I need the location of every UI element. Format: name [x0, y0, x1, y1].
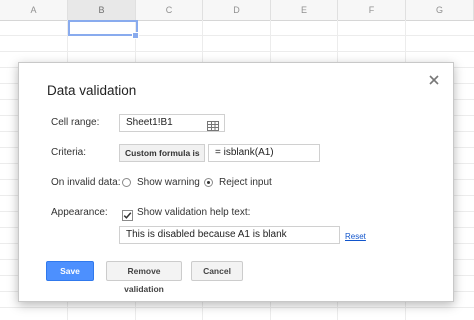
cell-range-label: Cell range:: [51, 117, 100, 128]
cancel-button[interactable]: Cancel: [191, 261, 243, 281]
reset-link[interactable]: Reset: [345, 232, 366, 241]
reject-input-label[interactable]: Reject input: [219, 177, 272, 188]
help-text-checkbox-label[interactable]: Show validation help text:: [137, 207, 250, 218]
show-warning-radio[interactable]: [122, 178, 131, 187]
invalid-data-label: On invalid data:: [51, 177, 121, 188]
criteria-label: Criteria:: [51, 147, 87, 158]
custom-formula-input[interactable]: = isblank(A1): [208, 144, 320, 162]
data-validation-dialog: Data validation Cell range: Sheet1!B1 Cr…: [18, 62, 454, 302]
appearance-label: Appearance:: [51, 207, 108, 218]
close-icon[interactable]: [427, 73, 441, 87]
help-text-checkbox[interactable]: [122, 208, 133, 221]
help-text-input[interactable]: This is disabled because A1 is blank: [119, 226, 340, 244]
remove-validation-button[interactable]: Remove validation: [106, 261, 182, 294]
select-range-grid-icon[interactable]: [207, 118, 219, 131]
criteria-type-dropdown[interactable]: Custom formula is: [119, 144, 205, 162]
reject-input-radio[interactable]: [204, 178, 213, 187]
show-warning-label[interactable]: Show warning: [137, 177, 200, 188]
dialog-title: Data validation: [47, 83, 137, 98]
save-button[interactable]: Save: [46, 261, 94, 281]
